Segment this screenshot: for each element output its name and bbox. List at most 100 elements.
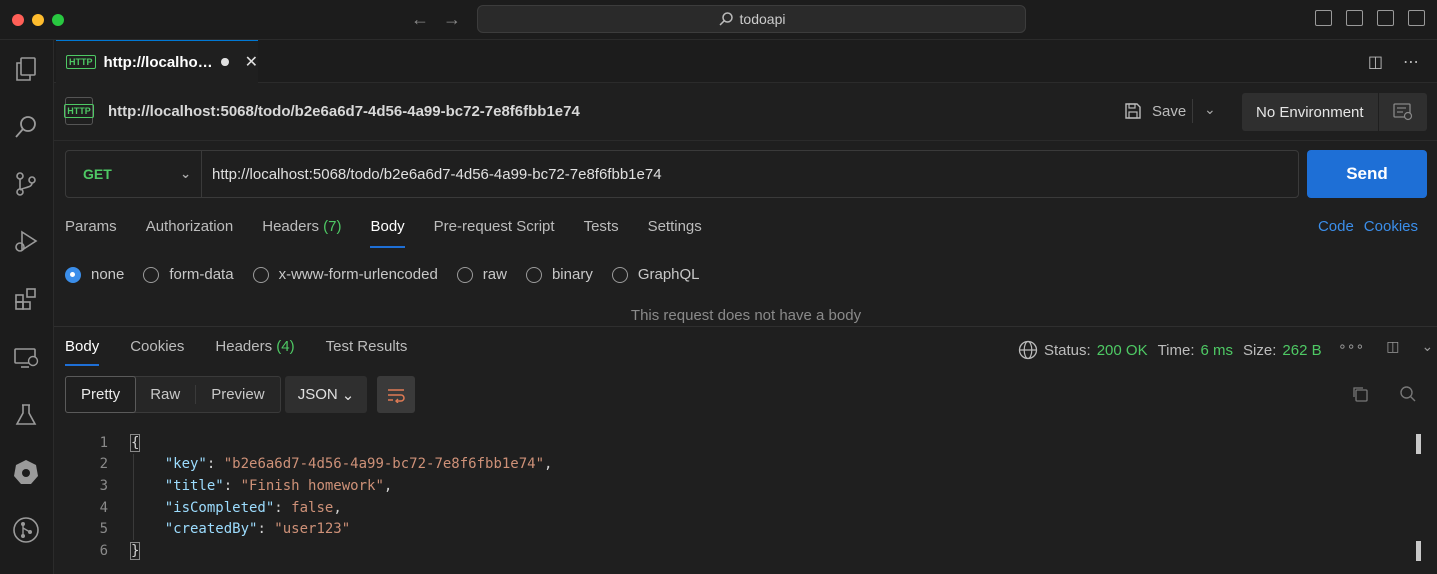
tab-authorization[interactable]: Authorization [146,218,234,235]
close-icon[interactable]: ✕ [245,52,258,72]
back-arrow-icon[interactable]: ← [411,9,429,30]
more-options-icon[interactable]: ∘∘∘ [1338,338,1364,355]
radio-graphql[interactable]: GraphQL [611,266,700,283]
view-mode-toggle: Pretty Raw Preview [65,376,281,413]
more-actions-icon[interactable]: ⋯ [1403,52,1419,72]
forward-arrow-icon[interactable]: → [443,9,461,30]
radio-binary[interactable]: binary [525,266,593,283]
editor-tab-bar: HTTP http://localhost:5068/todo/b2e6a6d7… [54,40,1437,83]
headers-count: (7) [323,218,342,235]
time-value[interactable]: 6 ms [1201,342,1234,359]
source-control-icon[interactable] [9,167,43,201]
request-tabs: Params Authorization Headers (7) Body Pr… [65,218,702,248]
unsaved-dot-icon [221,58,229,66]
time-label: Time: [1157,341,1195,359]
explorer-icon[interactable] [9,52,43,86]
environment-quick-look-icon[interactable] [1379,103,1427,121]
panel-divider[interactable] [54,326,1437,327]
globe-icon [1018,340,1038,360]
title-bar: ← → todoapi [0,0,1437,40]
maximize-window-button[interactable] [52,14,64,26]
url-input[interactable]: http://localhost:5068/todo/b2e6a6d7-4d56… [202,166,1298,183]
customize-layout-icon[interactable] [1408,10,1425,26]
code-line: 6 } [65,540,1410,562]
tab-params[interactable]: Params [65,218,117,235]
response-tab-test-results[interactable]: Test Results [326,338,408,355]
json-value: "user123" [274,521,351,538]
body-type-radio-group: none form-data x-www-form-urlencoded raw… [65,266,700,283]
json-key: "isCompleted" [164,499,275,516]
line-number: 3 [99,477,108,494]
response-tab-body[interactable]: Body [65,338,100,366]
code-line: 3 "title": "Finish homework", [65,475,1410,497]
git-graph-icon[interactable] [9,513,43,547]
word-wrap-button[interactable] [377,376,415,413]
search-response-icon[interactable] [1399,385,1417,406]
divider [1192,99,1193,123]
empty-body-message: This request does not have a body [630,307,862,324]
command-center-text: todoapi [739,11,786,27]
cookies-link[interactable]: Cookies [1364,218,1418,235]
code-line: 2 "key": "b2e6a6d7-4d56-4a99-bc72-7e8f6f… [65,454,1410,476]
split-editor-icon[interactable]: ◫ [1368,52,1383,72]
status-value[interactable]: 200 OK [1097,342,1148,359]
save-label: Save [1152,102,1187,120]
collapse-chevron-icon[interactable]: ⌄ [1422,338,1434,355]
radio-x-www-form-urlencoded[interactable]: x-www-form-urlencoded [252,266,438,283]
request-title: http://localhost:5068/todo/b2e6a6d7-4d56… [108,103,580,120]
line-number: 2 [99,456,108,473]
json-value: false [291,499,334,516]
search-icon[interactable] [9,110,43,144]
size-value[interactable]: 262 B [1282,342,1321,359]
tab-headers[interactable]: Headers (7) [262,218,341,235]
kubernetes-icon[interactable] [9,455,43,489]
code-line: 5 "createdBy": "user123" [65,518,1410,540]
scrollbar-marker[interactable] [1416,541,1421,561]
command-center-search[interactable]: todoapi [477,5,1026,33]
environment-label: No Environment [1256,103,1364,121]
scrollbar-marker[interactable] [1416,434,1421,454]
layout-toggle-icon[interactable]: ◫ [1386,338,1399,355]
toggle-primary-sidebar-icon[interactable] [1315,10,1332,26]
json-brace: { [129,433,141,452]
tab-pre-request-script[interactable]: Pre-request Script [434,218,555,235]
code-link[interactable]: Code [1318,218,1354,235]
close-window-button[interactable] [12,14,24,26]
tab-settings[interactable]: Settings [648,218,702,235]
line-number: 4 [99,499,108,516]
environment-select[interactable]: No Environment [1242,93,1427,131]
url-bar: GET ⌄ http://localhost:5068/todo/b2e6a6d… [65,150,1299,198]
radio-selected-icon [65,266,81,283]
response-body-editor[interactable]: 1 { 2 "key": "b2e6a6d7-4d56-4a99-bc72-7e… [65,432,1410,562]
tab-tests[interactable]: Tests [584,218,619,235]
chevron-down-icon[interactable]: ⌄ [1204,101,1216,118]
view-pretty-button[interactable]: Pretty [65,376,137,413]
response-tab-headers[interactable]: Headers (4) [215,338,294,355]
json-value: "Finish homework" [240,477,384,494]
code-line: 1 { [65,432,1410,454]
radio-none[interactable]: none [65,266,124,283]
view-preview-button[interactable]: Preview [196,377,279,412]
tab-body[interactable]: Body [370,218,405,248]
remote-explorer-icon[interactable] [9,340,43,374]
toggle-secondary-sidebar-icon[interactable] [1377,10,1394,26]
radio-raw[interactable]: raw [456,266,507,283]
method-label: GET [83,166,112,182]
editor-tab-request[interactable]: HTTP http://localhost:5068/todo/b2e6a6d7… [56,40,258,83]
minimize-window-button[interactable] [32,14,44,26]
method-select[interactable]: GET ⌄ [66,151,202,197]
run-and-debug-icon[interactable] [9,224,43,258]
json-brace: } [129,541,141,560]
copy-icon[interactable] [1351,385,1369,406]
chevron-down-icon: ⌄ [180,166,191,181]
testing-flask-icon[interactable] [9,398,43,432]
word-wrap-icon [388,388,405,403]
send-button[interactable]: Send [1307,150,1427,198]
view-raw-button[interactable]: Raw [135,377,195,412]
toggle-panel-icon[interactable] [1346,10,1363,26]
response-tab-cookies[interactable]: Cookies [130,338,184,355]
save-button[interactable]: Save [1124,102,1186,120]
line-number: 1 [99,434,108,451]
format-select[interactable]: JSON ⌄ [285,376,367,413]
radio-form-data[interactable]: form-data [143,266,234,283]
